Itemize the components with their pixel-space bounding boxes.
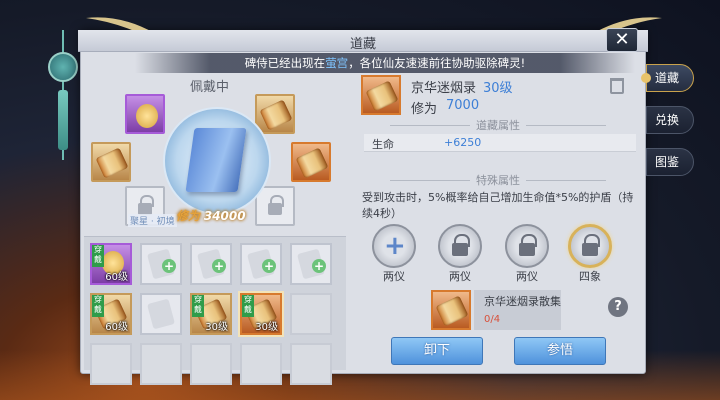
enlighten-button[interactable]: 参悟 [514,337,606,365]
artifact-book-icon [185,128,247,192]
notice-text: ，各位仙友速速前往协助驱除碑灵! [348,56,526,70]
lock-icon [582,234,600,256]
skill-slot[interactable] [505,224,549,268]
item-level: 60级 [105,322,128,333]
inventory-empty-slot[interactable] [240,343,282,385]
item-level: 30级 [483,81,513,96]
special-description: 受到攻击时，5%概率给自己增加生命值*5%的护盾（持续4秒） [362,191,634,220]
lock-icon [452,234,470,256]
inventory-item[interactable]: + [240,243,282,285]
inventory-grid: 穿戴 60级 + + + + 穿戴 60级 穿戴 30级 穿戴 30级 [84,236,346,385]
fragment-tag: 聚星 · 初境 [128,214,177,227]
equip-slot-mid-right[interactable] [291,142,331,182]
attribute-name: 生命 [372,138,394,151]
scroll-silhouette-icon [147,298,175,330]
item-name: 京华迷烟录 [411,81,477,96]
inventory-item[interactable]: 穿戴 60级 [90,243,132,285]
skill-label: 四象 [579,270,601,283]
tab-exchange[interactable]: 兑换 [646,106,694,134]
inventory-item[interactable]: + [140,243,182,285]
trash-icon[interactable] [610,78,624,94]
inventory-empty-slot[interactable] [140,343,182,385]
xiuwei-value: 7000 [446,98,480,113]
inventory-item[interactable]: 穿戴 60级 [90,293,132,335]
plus-icon: + [384,231,406,261]
attribute-value: +6250 [444,136,482,149]
power-display: 修为 34000 [176,207,256,225]
xiuwei-label: 修为 [411,102,438,117]
lock-icon [268,195,284,215]
notice-location-link[interactable]: 萤宫 [325,56,348,70]
item-level: 30级 [255,322,278,333]
scroll-icon [259,99,293,131]
skill-slot[interactable] [568,224,612,268]
tassel-decoration [58,90,68,150]
title-bar: 道藏 [78,30,648,52]
inventory-item[interactable]: 穿戴 30级 [190,293,232,335]
equipped-tag: 穿戴 [92,245,104,267]
jade-ornament-icon [48,52,78,82]
plus-icon: + [312,259,326,273]
skill-label: 两仪 [516,270,538,283]
lock-icon [519,234,537,256]
inventory-empty-slot[interactable] [190,343,232,385]
bell-icon [136,104,158,128]
skill-slot[interactable] [438,224,482,268]
announcement-banner: 碑侍已经出现在萤宫，各位仙友速速前往协助驱除碑灵! [135,53,635,73]
skill-slot[interactable]: + [372,224,416,268]
wearing-label: 佩戴中 [190,80,230,95]
equip-slot-top-left[interactable] [125,94,165,134]
inventory-empty-slot[interactable] [290,343,332,385]
skill-label: 两仪 [383,270,405,283]
item-level: 30级 [205,322,228,333]
plus-icon: + [162,259,176,273]
item-level: 60级 [105,272,128,283]
section-header-attr: 道藏属性 [360,117,636,133]
tab-collection[interactable]: 图鉴 [646,148,694,176]
equipped-tag: 穿戴 [242,295,254,317]
inventory-item[interactable] [140,293,182,335]
equip-slot-top-right[interactable] [255,94,295,134]
selected-item-icon [361,75,401,115]
tab-daozang[interactable]: 道藏 [641,64,694,92]
section-header-special: 特殊属性 [360,172,636,188]
help-button[interactable]: ? [608,297,628,317]
inventory-item[interactable]: + [290,243,332,285]
plus-icon: + [262,259,276,273]
inventory-item[interactable]: + [190,243,232,285]
scroll-icon [95,147,129,179]
equipped-tag: 穿戴 [92,295,104,317]
window-title: 道藏 [349,37,376,52]
equip-slot-mid-left[interactable] [91,142,131,182]
fragment-name: 京华迷烟录散集 [484,295,561,308]
fragment-item-icon[interactable] [431,290,471,330]
skill-label: 两仪 [449,270,471,283]
inventory-item-selected[interactable]: 穿戴 30级 [240,293,282,335]
power-label: 修为 [176,209,201,223]
plus-icon: + [212,259,226,273]
notice-text: 碑侍已经出现在 [244,56,326,70]
scroll-icon [365,80,399,112]
fragment-count: 0/4 [484,314,501,325]
close-button[interactable]: ✕ [606,28,638,52]
inventory-empty-slot[interactable] [290,293,332,335]
equipped-tag: 穿戴 [192,295,204,317]
scroll-icon [435,295,469,327]
attribute-row [364,134,636,152]
inventory-empty-slot[interactable] [90,343,132,385]
unequip-button[interactable]: 卸下 [391,337,483,365]
power-value: 34000 [203,209,246,223]
scroll-icon [295,147,329,179]
